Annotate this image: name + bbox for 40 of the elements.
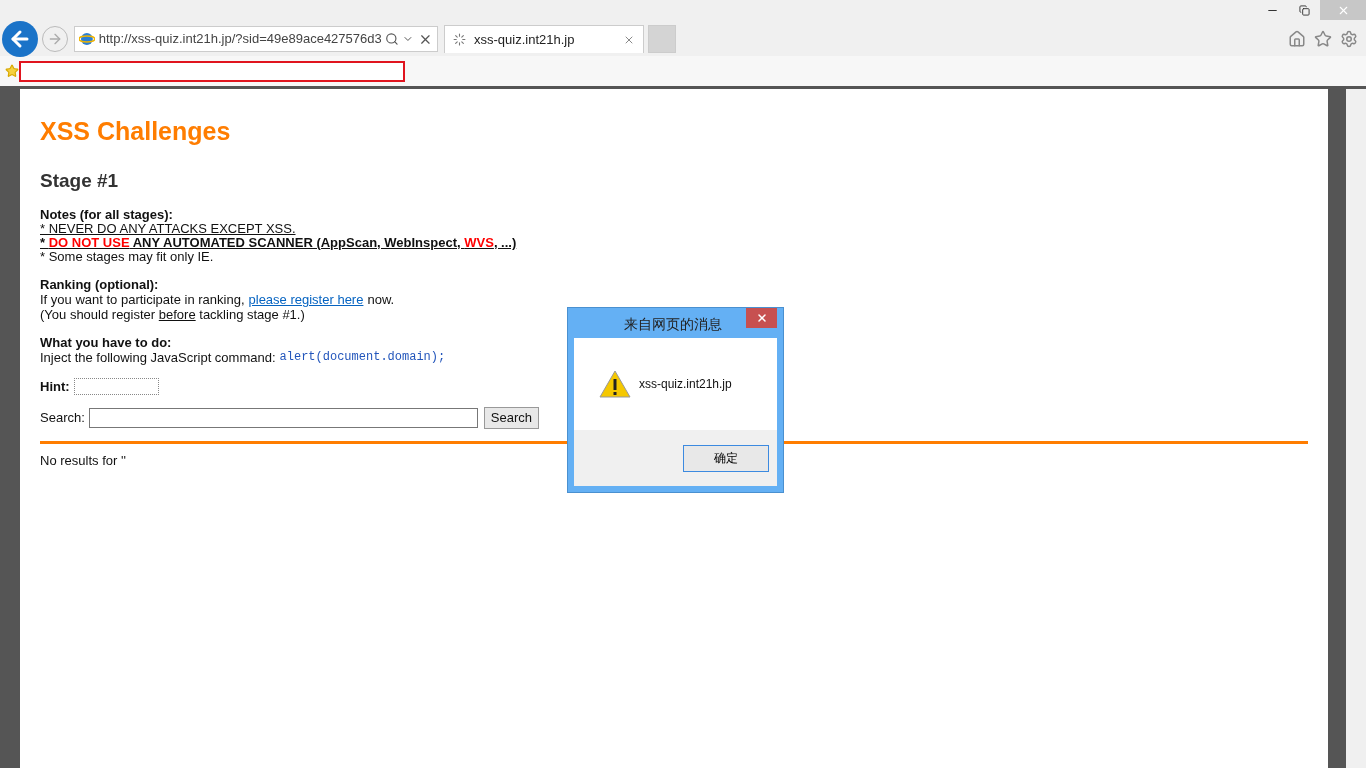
note-line: * Some stages may fit only IE. <box>40 250 214 264</box>
forward-arrow-icon <box>47 31 63 47</box>
home-icon[interactable] <box>1288 30 1306 48</box>
address-text: http://xss-quiz.int21h.jp/?sid=49e89ace427576d3 <box>98 30 381 49</box>
hint-label: Hint: <box>40 378 70 396</box>
result-text: No results for '' <box>40 451 126 470</box>
close-icon <box>755 312 768 324</box>
browser-tab[interactable]: xss-quiz.int21h.jp <box>444 25 644 53</box>
ranking-heading: Ranking (optional): <box>40 277 159 292</box>
ranking-text-end: now. <box>367 292 395 307</box>
loading-icon <box>453 33 466 46</box>
favorites-star-icon[interactable] <box>5 64 19 78</box>
dialog-message: xss-quiz.int21h.jp <box>639 376 732 393</box>
search-icon[interactable] <box>384 32 399 46</box>
ranking-text: If you want to participate in ranking, <box>40 292 245 307</box>
settings-icon[interactable] <box>1340 30 1358 48</box>
note-line: * NEVER DO ANY ATTACKS EXCEPT XSS. <box>40 222 296 236</box>
note-line: * DO NOT USE ANY AUTOMATED SCANNER (AppScan, WebInspect, WVS, ...) <box>40 236 517 250</box>
restore-icon[interactable] <box>1299 4 1310 16</box>
warning-icon <box>599 370 631 398</box>
search-label: Search: <box>40 408 85 427</box>
star-icon[interactable] <box>1314 30 1332 48</box>
task-text: Inject the following JavaScript command: <box>40 350 276 365</box>
tab-title: xss-quiz.int21h.jp <box>474 30 576 49</box>
address-bar[interactable]: http://xss-quiz.int21h.jp/?sid=49e89ace427576d3 <box>74 26 438 52</box>
search-button[interactable]: Search <box>483 406 539 429</box>
command-code: alert(document.domain); <box>279 350 446 365</box>
ok-button[interactable]: 确定 <box>683 444 769 472</box>
dialog-close-button[interactable] <box>746 308 777 328</box>
task-heading: What you have to do: <box>40 335 172 350</box>
globe-e-icon <box>79 31 95 47</box>
back-button[interactable] <box>2 21 38 57</box>
scrollbar[interactable] <box>1346 89 1366 768</box>
register-note: (You should register before tackling stage #1.) <box>40 307 305 322</box>
search-field[interactable] <box>88 407 478 428</box>
register-link[interactable]: please register here <box>248 292 364 307</box>
stage-heading: Stage #1 <box>40 168 119 193</box>
dialog-title: 来自网页的消息 <box>624 315 722 334</box>
notes-heading: Notes (for all stages): <box>40 207 173 222</box>
page-title: XSS Challenges <box>40 116 231 147</box>
